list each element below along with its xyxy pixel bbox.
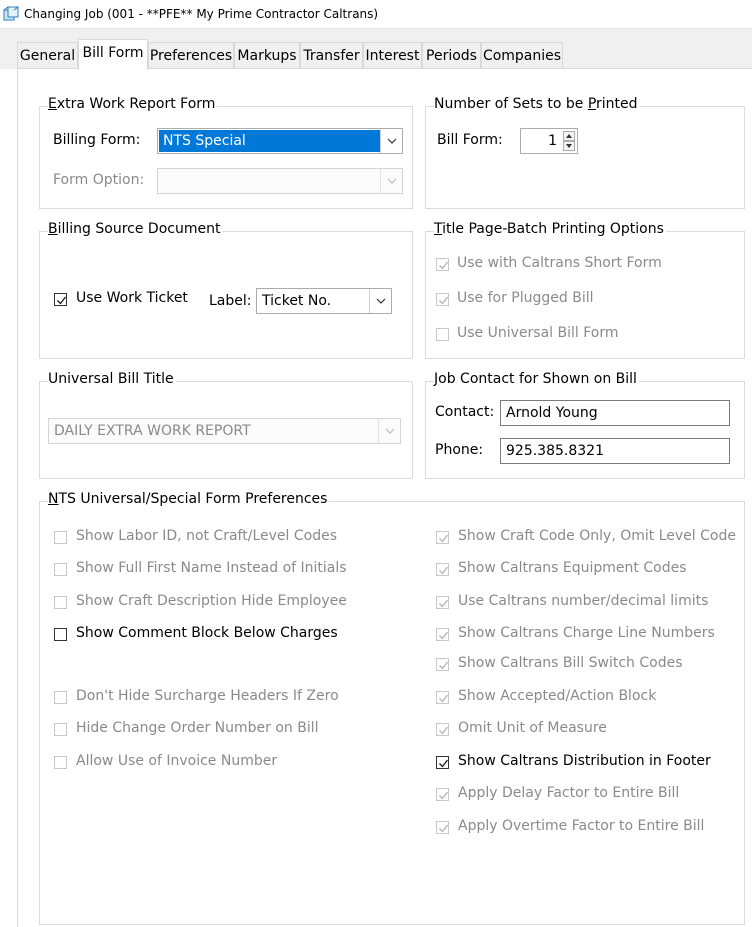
show-accepted-action-block-checkbox[interactable]: [436, 691, 449, 704]
bill-form-sets-spinner[interactable]: 1: [520, 128, 578, 154]
show-comment-block-checkbox[interactable]: [54, 628, 67, 641]
universal-bill-title-group: Universal Bill Title DAILY EXTRA WORK RE…: [39, 371, 413, 479]
tab-interest[interactable]: Interest: [363, 42, 422, 69]
phone-input[interactable]: 925.385.8321: [500, 438, 730, 464]
use-universal-bill-form-label: Use Universal Bill Form: [457, 325, 619, 341]
show-full-first-name-checkbox[interactable]: [54, 563, 67, 576]
use-caltrans-decimal-limits-label: Use Caltrans number/decimal limits: [458, 593, 709, 609]
group-legend: Billing Source Document: [48, 221, 223, 237]
billing-source-document-group: Billing Source Document Use Work Ticket …: [39, 221, 413, 359]
show-craft-code-only-checkbox[interactable]: [436, 531, 449, 544]
extra-work-report-form-group: Extra Work Report Form Billing Form: NTS…: [39, 96, 413, 209]
contact-label: Contact:: [435, 404, 495, 420]
dont-hide-surcharge-checkbox[interactable]: [54, 691, 67, 704]
allow-invoice-number-checkbox[interactable]: [54, 756, 67, 769]
bill-form-sets-label: Bill Form:: [437, 132, 503, 148]
show-craft-description-label: Show Craft Description Hide Employee: [76, 593, 347, 609]
show-labor-id-checkbox[interactable]: [54, 531, 67, 544]
billing-form-label: Billing Form:: [53, 132, 141, 148]
spin-down-icon[interactable]: [563, 141, 575, 151]
phone-label: Phone:: [435, 442, 484, 458]
title-bar: Changing Job (001 - **PFE** My Prime Con…: [0, 0, 752, 29]
group-legend: NTS Universal/Special Form Preferences: [48, 491, 330, 507]
use-work-ticket-checkbox[interactable]: [54, 293, 67, 306]
group-legend: Extra Work Report Form: [48, 96, 218, 112]
chevron-down-icon[interactable]: [378, 419, 400, 443]
show-caltrans-equipment-codes-label: Show Caltrans Equipment Codes: [458, 560, 687, 576]
group-legend: Universal Bill Title: [48, 371, 176, 387]
show-full-first-name-label: Show Full First Name Instead of Initials: [76, 560, 347, 576]
show-labor-id-label: Show Labor ID, not Craft/Level Codes: [76, 528, 337, 544]
show-caltrans-distribution-label: Show Caltrans Distribution in Footer: [458, 753, 711, 769]
use-plugged-bill-label: Use for Plugged Bill: [457, 290, 594, 306]
tab-preferences[interactable]: Preferences: [148, 42, 234, 69]
tab-markups[interactable]: Markups: [234, 42, 300, 69]
form-option-label: Form Option:: [53, 172, 145, 188]
show-caltrans-equipment-codes-checkbox[interactable]: [436, 563, 449, 576]
use-caltrans-short-form-checkbox[interactable]: [436, 258, 449, 271]
show-accepted-action-block-label: Show Accepted/Action Block: [458, 688, 657, 704]
dont-hide-surcharge-label: Don't Hide Surcharge Headers If Zero: [76, 688, 339, 704]
omit-unit-of-measure-checkbox[interactable]: [436, 723, 449, 736]
group-legend: Number of Sets to be Printed: [434, 96, 640, 112]
group-legend: Title Page-Batch Printing Options: [434, 221, 666, 237]
show-craft-code-only-label: Show Craft Code Only, Omit Level Code: [458, 528, 736, 544]
chevron-down-icon[interactable]: [369, 289, 391, 313]
window-title: Changing Job (001 - **PFE** My Prime Con…: [24, 7, 379, 21]
use-caltrans-short-form-label: Use with Caltrans Short Form: [457, 255, 662, 271]
omit-unit-of-measure-label: Omit Unit of Measure: [458, 720, 607, 736]
spin-up-icon[interactable]: [563, 131, 575, 141]
use-work-ticket-label: Use Work Ticket: [76, 290, 188, 306]
ticket-label-label: Label:: [209, 293, 252, 309]
nts-preferences-group: NTS Universal/Special Form Preferences S…: [39, 491, 745, 925]
use-universal-bill-form-checkbox[interactable]: [436, 328, 449, 341]
job-contact-group: Job Contact for Shown on Bill Contact: A…: [425, 371, 745, 479]
tab-general[interactable]: General: [17, 42, 78, 69]
billing-form-select[interactable]: NTS Special: [157, 128, 403, 154]
tab-strip: General Bill Form Preferences Markups Tr…: [0, 29, 752, 70]
ticket-label-select[interactable]: Ticket No.: [256, 288, 392, 314]
universal-bill-title-select[interactable]: DAILY EXTRA WORK REPORT: [48, 418, 401, 444]
show-craft-description-checkbox[interactable]: [54, 596, 67, 609]
tab-periods[interactable]: Periods: [422, 42, 481, 69]
allow-invoice-number-label: Allow Use of Invoice Number: [76, 753, 278, 769]
chevron-down-icon[interactable]: [380, 169, 402, 193]
hide-change-order-label: Hide Change Order Number on Bill: [76, 720, 319, 736]
tab-companies[interactable]: Companies: [481, 42, 563, 69]
group-legend: Job Contact for Shown on Bill: [434, 371, 639, 387]
show-caltrans-bill-switch-checkbox[interactable]: [436, 658, 449, 671]
app-icon: [3, 6, 19, 21]
hide-change-order-checkbox[interactable]: [54, 723, 67, 736]
contact-input[interactable]: Arnold Young: [500, 400, 730, 426]
show-caltrans-charge-line-label: Show Caltrans Charge Line Numbers: [458, 625, 715, 641]
tab-transfer[interactable]: Transfer: [300, 42, 363, 69]
use-caltrans-decimal-limits-checkbox[interactable]: [436, 596, 449, 609]
title-page-batch-group: Title Page-Batch Printing Options Use wi…: [425, 221, 745, 359]
show-caltrans-distribution-checkbox[interactable]: [436, 756, 449, 769]
tab-bill-form[interactable]: Bill Form: [78, 39, 148, 70]
number-of-sets-group: Number of Sets to be Printed Bill Form: …: [425, 96, 745, 209]
use-plugged-bill-checkbox[interactable]: [436, 293, 449, 306]
apply-overtime-factor-label: Apply Overtime Factor to Entire Bill: [458, 818, 705, 834]
bill-form-panel: Extra Work Report Form Billing Form: NTS…: [17, 68, 752, 927]
chevron-down-icon[interactable]: [380, 129, 402, 153]
apply-delay-factor-checkbox[interactable]: [436, 788, 449, 801]
show-caltrans-charge-line-checkbox[interactable]: [436, 628, 449, 641]
show-comment-block-label: Show Comment Block Below Charges: [76, 625, 338, 641]
show-caltrans-bill-switch-label: Show Caltrans Bill Switch Codes: [458, 655, 683, 671]
apply-delay-factor-label: Apply Delay Factor to Entire Bill: [458, 785, 680, 801]
apply-overtime-factor-checkbox[interactable]: [436, 821, 449, 834]
form-option-select[interactable]: [157, 168, 403, 194]
